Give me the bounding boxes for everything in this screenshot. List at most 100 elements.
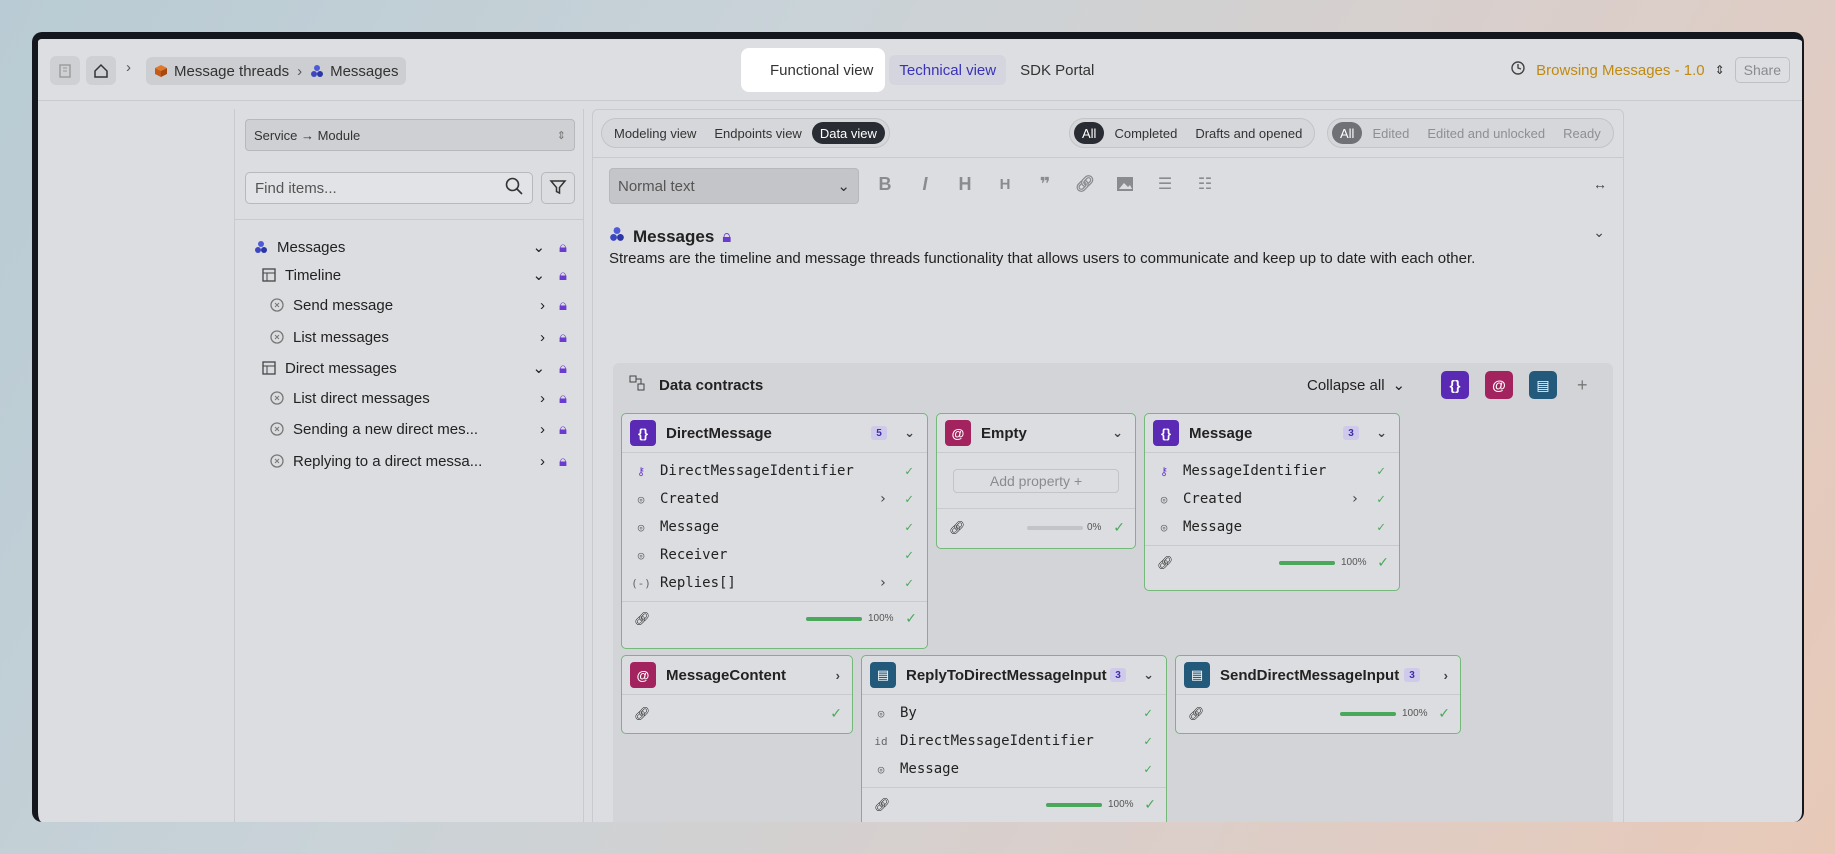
chevron-down-icon[interactable]: ⌄ bbox=[1112, 425, 1123, 441]
plus-icon[interactable]: + bbox=[1577, 375, 1588, 396]
chevron-right-icon[interactable]: › bbox=[836, 668, 840, 683]
collapse-all-button[interactable]: Collapse all ⌄ bbox=[1307, 376, 1405, 395]
add-object-button[interactable]: {} bbox=[1441, 371, 1469, 399]
home-icon[interactable] bbox=[86, 56, 116, 85]
lock-icon[interactable]: 🔒︎ bbox=[559, 360, 567, 377]
filter-button[interactable] bbox=[541, 172, 575, 204]
lock-icon[interactable]: 🔒︎ bbox=[559, 239, 567, 256]
share-button[interactable]: Share bbox=[1734, 57, 1790, 83]
link-icon[interactable]: 🔗︎ bbox=[874, 797, 891, 813]
property-row[interactable]: ⚷ MessageIdentifier ✓ bbox=[1145, 457, 1399, 485]
tree-item-direct-messages[interactable]: Direct messages ⌄ 🔒︎ bbox=[253, 353, 573, 383]
chevron-down-icon[interactable]: ⌄ bbox=[532, 359, 545, 377]
status-filter-completed[interactable]: Completed bbox=[1106, 122, 1185, 144]
tree-item-send-message[interactable]: Send message › 🔒︎ bbox=[253, 289, 573, 321]
search-input[interactable]: Find items... bbox=[245, 172, 533, 204]
chevron-right-icon[interactable]: › bbox=[1351, 491, 1359, 507]
italic-icon[interactable]: I bbox=[913, 172, 937, 196]
property-row[interactable]: ◎ Message ✓ bbox=[862, 755, 1166, 783]
tab-sdk-portal[interactable]: SDK Portal bbox=[1010, 55, 1104, 85]
edit-filter-edited[interactable]: Edited bbox=[1364, 122, 1417, 144]
view-mode-modeling[interactable]: Modeling view bbox=[606, 122, 704, 144]
status-filter-drafts[interactable]: Drafts and opened bbox=[1187, 122, 1310, 144]
add-input-button[interactable]: ▤ bbox=[1529, 371, 1557, 399]
lock-icon[interactable]: 🔒︎ bbox=[559, 421, 567, 438]
add-enum-button[interactable]: @ bbox=[1485, 371, 1513, 399]
edit-filter-ready[interactable]: Ready bbox=[1555, 122, 1609, 144]
browse-version-label[interactable]: Browsing Messages - 1.0 bbox=[1536, 62, 1704, 79]
property-row[interactable]: ◎ Created › ✓ bbox=[1145, 485, 1399, 513]
chevron-down-icon[interactable]: ⌄ bbox=[532, 238, 545, 256]
view-mode-data[interactable]: Data view bbox=[811, 122, 885, 144]
chevron-right-icon[interactable]: › bbox=[540, 329, 545, 346]
contract-card-direct-message[interactable]: {} DirectMessage 5 ⌄ ⚷ DirectMessageIdent… bbox=[621, 413, 928, 649]
link-icon[interactable]: 🔗︎ bbox=[634, 611, 651, 627]
tree-item-sending-direct-message[interactable]: Sending a new direct mes... › 🔒︎ bbox=[253, 413, 573, 445]
expand-width-icon[interactable]: ↔ bbox=[1593, 176, 1607, 192]
add-property-button[interactable]: Add property + bbox=[953, 468, 1119, 493]
tree-item-messages[interactable]: Messages ⌄ 🔒︎ bbox=[253, 233, 573, 261]
property-row[interactable]: (-) Replies[] › ✓ bbox=[622, 569, 927, 597]
tree-item-replying-direct-message[interactable]: Replying to a direct messa... › 🔒︎ bbox=[253, 445, 573, 477]
chevron-down-icon[interactable]: ⌄ bbox=[1143, 667, 1154, 683]
property-row[interactable]: id DirectMessageIdentifier ✓ bbox=[862, 727, 1166, 755]
chevron-right-icon[interactable]: › bbox=[540, 390, 545, 407]
history-icon[interactable] bbox=[1510, 60, 1526, 80]
chevron-down-icon[interactable]: ⌄ bbox=[532, 266, 545, 284]
service-module-select[interactable]: Service → Module ⇕ bbox=[245, 119, 575, 151]
property-row[interactable]: ⚷ DirectMessageIdentifier ✓ bbox=[622, 457, 927, 485]
heading-icon[interactable]: H bbox=[953, 172, 977, 196]
chevron-right-icon[interactable]: › bbox=[540, 421, 545, 438]
updown-icon[interactable]: ⇕ bbox=[1715, 63, 1725, 77]
contract-card-message-content[interactable]: @ MessageContent › 🔗︎ ✓ bbox=[621, 655, 853, 734]
tab-functional-view[interactable]: Functional view bbox=[741, 48, 886, 92]
property-row[interactable]: ◎ By ✓ bbox=[862, 699, 1166, 727]
contract-card-message[interactable]: {} Message 3 ⌄ ⚷ MessageIdentifier ✓ ◎ Crea… bbox=[1144, 413, 1400, 591]
edit-filter-unlocked[interactable]: Edited and unlocked bbox=[1419, 122, 1553, 144]
chevron-down-icon[interactable]: ⌄ bbox=[1376, 425, 1387, 441]
tab-technical-view[interactable]: Technical view bbox=[889, 55, 1007, 85]
bullet-list-icon[interactable]: ☰ bbox=[1153, 172, 1177, 196]
chevron-right-icon[interactable]: › bbox=[879, 575, 887, 591]
text-style-select[interactable]: Normal text ⌄ bbox=[609, 168, 859, 204]
lock-icon[interactable]: 🔒︎ bbox=[559, 267, 567, 284]
chevron-right-icon[interactable]: › bbox=[1444, 668, 1448, 683]
tree-item-timeline[interactable]: Timeline ⌄ 🔒︎ bbox=[253, 261, 573, 289]
contract-card-reply-input[interactable]: ▤ ReplyToDirectMessageInput 3 ⌄ ◎ By ✓ id D… bbox=[861, 655, 1167, 822]
link-icon[interactable]: 🔗︎ bbox=[634, 706, 651, 722]
numbered-list-icon[interactable]: ☷ bbox=[1193, 172, 1217, 196]
breadcrumb-parent[interactable]: Message threads bbox=[174, 63, 289, 80]
lock-icon[interactable]: 🔒︎ bbox=[559, 297, 567, 314]
chevron-right-icon[interactable]: › bbox=[540, 453, 545, 470]
contract-card-empty[interactable]: @ Empty ⌄ Add property + 🔗︎ 0% ✓ bbox=[936, 413, 1136, 549]
property-row[interactable]: ◎ Receiver ✓ bbox=[622, 541, 927, 569]
view-mode-endpoints[interactable]: Endpoints view bbox=[706, 122, 809, 144]
bold-icon[interactable]: B bbox=[873, 172, 897, 196]
contract-card-send-input[interactable]: ▤ SendDirectMessageInput 3 › 🔗︎ 100% ✓ bbox=[1175, 655, 1461, 734]
property-row[interactable]: ◎ Message ✓ bbox=[622, 513, 927, 541]
breadcrumb-current[interactable]: Messages bbox=[330, 63, 398, 80]
link-icon[interactable]: 🔗︎ bbox=[1188, 706, 1205, 722]
chevron-right-icon[interactable]: › bbox=[879, 491, 887, 507]
link-icon[interactable]: 🔗︎ bbox=[1073, 172, 1097, 196]
building-icon[interactable] bbox=[50, 56, 80, 85]
edit-filter-all[interactable]: All bbox=[1332, 122, 1363, 144]
chevron-right-icon[interactable]: › bbox=[540, 297, 545, 314]
property-row[interactable]: ◎ Message ✓ bbox=[1145, 513, 1399, 541]
link-icon[interactable]: 🔗︎ bbox=[949, 520, 966, 536]
lock-icon[interactable]: 🔒︎ bbox=[559, 390, 567, 407]
lock-icon[interactable]: 🔒︎ bbox=[722, 227, 731, 247]
link-icon[interactable]: 🔗︎ bbox=[1157, 555, 1174, 571]
lock-icon[interactable]: 🔒︎ bbox=[559, 453, 567, 470]
property-row[interactable]: ◎ Created › ✓ bbox=[622, 485, 927, 513]
heading-small-icon[interactable]: H bbox=[993, 172, 1017, 196]
chevron-down-icon[interactable]: ⌄ bbox=[1593, 224, 1605, 241]
module-description[interactable]: Streams are the timeline and message thr… bbox=[609, 250, 1475, 267]
status-filter-all[interactable]: All bbox=[1074, 122, 1105, 144]
image-icon[interactable] bbox=[1113, 172, 1137, 196]
chevron-down-icon[interactable]: ⌄ bbox=[904, 425, 915, 441]
quote-icon[interactable]: ❞ bbox=[1033, 172, 1057, 196]
tree-item-list-messages[interactable]: List messages › 🔒︎ bbox=[253, 321, 573, 353]
tree-item-list-direct-messages[interactable]: List direct messages › 🔒︎ bbox=[253, 383, 573, 413]
lock-icon[interactable]: 🔒︎ bbox=[559, 329, 567, 346]
